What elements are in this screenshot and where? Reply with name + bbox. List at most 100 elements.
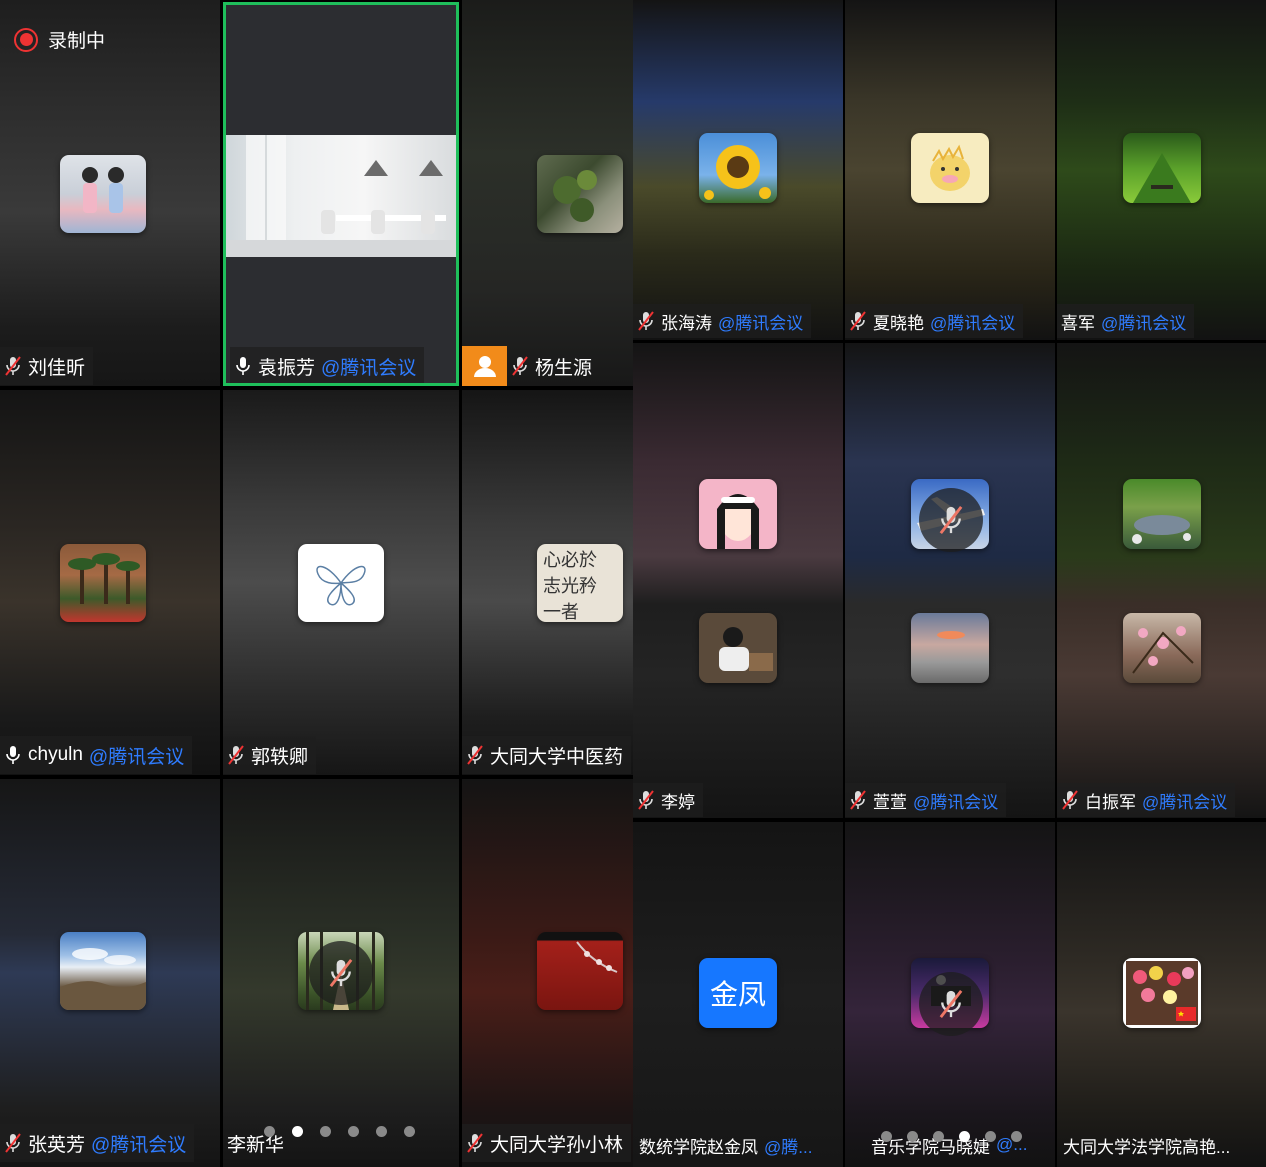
participant-name: 张海涛 (661, 313, 712, 333)
svg-text:志光矜: 志光矜 (543, 576, 597, 597)
participant-tile[interactable]: 喜军 @腾讯会议 (1057, 0, 1266, 340)
mic-icon (236, 357, 250, 375)
participant-tile[interactable]: 白振军 @腾讯会议 (1057, 343, 1266, 818)
participant-tile[interactable]: 金凤 数统学院赵金凤 @腾... (633, 822, 843, 1167)
host-badge (462, 346, 507, 386)
mic-muted-icon (850, 311, 866, 331)
mic-muted-icon (329, 959, 353, 987)
participant-tile[interactable]: chyuln @腾讯会议 (0, 390, 220, 775)
participant-tile[interactable]: 大同大学法学院高艳... (1057, 822, 1266, 1167)
page-dot-active[interactable] (292, 1126, 303, 1137)
mic-muted-icon (467, 745, 483, 765)
mic-muted-icon (638, 790, 654, 810)
participant-nameplate: chyuln @腾讯会议 (0, 736, 193, 774)
avatar (699, 133, 777, 203)
participant-suffix: @腾讯会议 (1142, 792, 1228, 812)
avatar-secondary (699, 613, 777, 683)
participant-name: 杨生源 (535, 357, 593, 379)
avatar (1123, 958, 1201, 1028)
participant-name: 大同大学法学院高艳... (1063, 1137, 1231, 1157)
participant-nameplate: 袁振芳 @腾讯会议 (230, 347, 425, 383)
avatar (911, 133, 989, 203)
page-indicator-right[interactable] (881, 1131, 1022, 1142)
participant-name: 袁振芳 (258, 357, 316, 379)
page-dot[interactable] (404, 1126, 415, 1137)
participant-tile[interactable]: 李婷 (633, 343, 843, 818)
avatar-secondary (911, 613, 989, 683)
avatar (1123, 133, 1201, 203)
participant-tile[interactable]: 郭轶卿 (223, 390, 459, 775)
page-dot[interactable] (1011, 1131, 1022, 1142)
participant-name: 萱萱 (873, 792, 907, 812)
participant-suffix: @腾讯会议 (913, 792, 999, 812)
participant-nameplate: 大同大学孙小林 (462, 1124, 632, 1162)
page-dot[interactable] (881, 1131, 892, 1142)
muted-overlay (309, 941, 373, 1005)
participant-tile[interactable]: 李新华 (223, 779, 459, 1167)
participant-name: 喜军 (1061, 313, 1095, 333)
participant-name: 白振军 (1085, 792, 1136, 812)
recording-label: 录制中 (48, 31, 106, 52)
participant-tile[interactable]: 杨生源 (462, 0, 633, 386)
participant-tile-active-speaker[interactable]: 袁振芳 @腾讯会议 (223, 2, 459, 386)
participant-nameplate: 大同大学中医药 (462, 736, 632, 774)
avatar (699, 479, 777, 549)
host-user-icon (473, 356, 496, 377)
mic-muted-icon (228, 745, 244, 765)
participant-tile[interactable]: 夏晓艳 @腾讯会议 (845, 0, 1055, 340)
avatar (60, 544, 146, 622)
avatar: 心必於 志光矜 一者 (537, 544, 623, 622)
page-indicator-left[interactable] (264, 1126, 415, 1137)
participant-nameplate: 大同大学法学院高艳... (1057, 1128, 1238, 1162)
participant-name: 夏晓艳 (873, 313, 924, 333)
avatar (60, 932, 146, 1010)
participant-tile[interactable]: 萱萱 @腾讯会议 (845, 343, 1055, 818)
participant-suffix: @腾讯会议 (1101, 313, 1187, 333)
participant-suffix: @腾讯会议 (91, 1134, 187, 1156)
participant-tile[interactable]: 张英芳 @腾讯会议 (0, 779, 220, 1167)
participant-tile[interactable]: 心必於志光矜一者 大同大学中医药 (462, 390, 633, 775)
participant-suffix: @腾... (764, 1137, 813, 1157)
participant-nameplate: 萱萱 @腾讯会议 (845, 783, 1007, 817)
recording-indicator[interactable]: 录制中 (14, 26, 105, 53)
mic-muted-icon (638, 311, 654, 331)
avatar (1123, 479, 1201, 549)
participant-tile[interactable]: 张海涛 @腾讯会议 (633, 0, 843, 340)
page-dot[interactable] (348, 1126, 359, 1137)
avatar-secondary (1123, 613, 1201, 683)
video-feed (226, 135, 456, 257)
participant-name: 大同大学中医药 (490, 746, 624, 768)
page-dot[interactable] (907, 1131, 918, 1142)
participant-nameplate: 喜军 @腾讯会议 (1057, 304, 1195, 338)
muted-overlay (919, 972, 983, 1036)
participant-nameplate: 郭轶卿 (223, 736, 317, 774)
page-dot[interactable] (985, 1131, 996, 1142)
participant-suffix: @腾讯会议 (930, 313, 1016, 333)
participant-name: 刘佳昕 (28, 357, 86, 379)
muted-overlay (919, 488, 983, 552)
participant-tile[interactable]: 大同大学孙小林 (462, 779, 633, 1167)
page-dot[interactable] (933, 1131, 944, 1142)
mic-muted-icon (850, 790, 866, 810)
svg-text:心必於: 心必於 (543, 550, 597, 571)
participant-name: 大同大学孙小林 (490, 1134, 624, 1156)
participant-tile[interactable]: 刘佳昕 (0, 0, 220, 386)
page-dot[interactable] (376, 1126, 387, 1137)
mic-muted-icon (5, 1133, 21, 1153)
participant-suffix: @腾讯会议 (88, 746, 185, 768)
participant-name: 李婷 (661, 792, 695, 812)
participant-suffix: @腾讯会议 (321, 357, 417, 379)
gallery-page-right: 张海涛 @腾讯会议 夏晓艳 @腾讯会议 喜军 @腾讯会议 李婷 萱萱 @腾讯会议… (633, 0, 1266, 1167)
participant-suffix: @腾讯会议 (718, 313, 804, 333)
page-dot-active[interactable] (959, 1131, 970, 1142)
svg-text:一者: 一者 (543, 602, 579, 622)
page-dot[interactable] (320, 1126, 331, 1137)
participant-tile[interactable]: 音乐学院马晓婕 @... (845, 822, 1055, 1167)
participant-nameplate: 张英芳 @腾讯会议 (0, 1124, 195, 1162)
participant-name: 张英芳 (28, 1134, 86, 1156)
text-avatar: 金凤 (699, 958, 777, 1028)
participant-nameplate: 数统学院赵金凤 @腾... (633, 1128, 820, 1162)
mic-muted-icon (939, 506, 963, 534)
participant-nameplate: 杨生源 (507, 347, 600, 385)
page-dot[interactable] (264, 1126, 275, 1137)
